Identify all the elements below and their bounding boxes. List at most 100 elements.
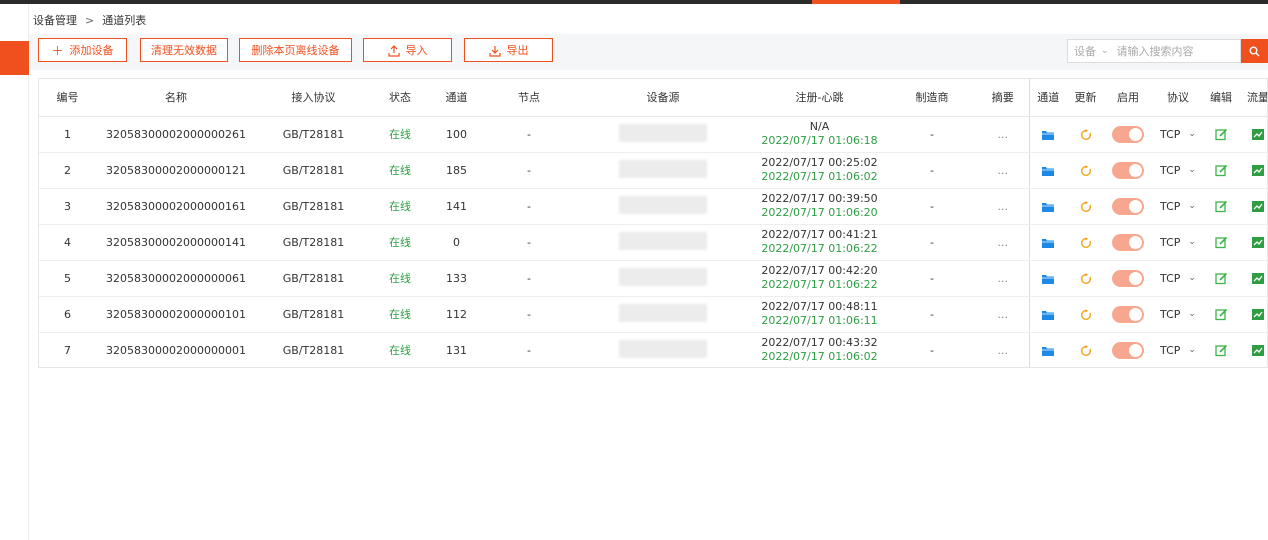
flow-button[interactable] [1238, 260, 1267, 297]
cell-summary[interactable]: ... [977, 116, 1029, 153]
transport-select[interactable]: TCP ⌄ [1152, 260, 1204, 297]
flow-button[interactable] [1238, 152, 1267, 189]
cell-source [574, 332, 752, 367]
refresh-button[interactable] [1067, 152, 1104, 189]
table-row: 2 32058300002000000121 GB/T28181 在线 185 … [39, 152, 1267, 189]
col-manufacturer: 制造商 [887, 79, 977, 117]
flow-button[interactable] [1238, 296, 1267, 333]
cell-index: 3 [39, 188, 96, 225]
search-icon [1249, 44, 1260, 58]
channel-button[interactable] [1028, 260, 1067, 297]
chart-icon [1252, 344, 1264, 357]
edit-button[interactable] [1204, 332, 1238, 367]
cell-channels: 133 [429, 260, 484, 297]
channel-button[interactable] [1028, 152, 1067, 189]
cell-summary[interactable]: ... [977, 224, 1029, 261]
chevron-down-icon: ⌄ [1188, 237, 1196, 247]
transport-select[interactable]: TCP ⌄ [1152, 188, 1204, 225]
add-device-label: 添加设备 [69, 44, 114, 57]
edit-button[interactable] [1204, 224, 1238, 261]
folder-icon [1041, 200, 1055, 213]
cell-summary[interactable]: ... [977, 260, 1029, 297]
toggle-switch[interactable] [1112, 305, 1144, 323]
toggle-switch[interactable] [1112, 197, 1144, 215]
heartbeat-time: 2022/07/17 01:06:02 [761, 170, 878, 183]
channel-button[interactable] [1028, 188, 1067, 225]
search-input[interactable] [1116, 44, 1227, 58]
heartbeat-time: 2022/07/17 01:06:20 [761, 206, 878, 219]
cell-summary[interactable]: ... [977, 296, 1029, 333]
enable-toggle[interactable] [1104, 224, 1152, 261]
export-button[interactable]: 导出 [464, 38, 553, 62]
cell-index: 6 [39, 296, 96, 333]
edit-button[interactable] [1204, 296, 1238, 333]
breadcrumb: 设备管理 > 通道列表 [33, 12, 146, 28]
enable-toggle[interactable] [1104, 296, 1152, 333]
refresh-button[interactable] [1067, 260, 1104, 297]
flow-button[interactable] [1238, 116, 1267, 153]
refresh-button[interactable] [1067, 224, 1104, 261]
transport-select[interactable]: TCP ⌄ [1152, 116, 1204, 153]
toggle-switch[interactable] [1112, 233, 1144, 251]
cell-status: 在线 [371, 152, 429, 189]
delete-offline-devices-button[interactable]: 删除本页离线设备 [239, 38, 352, 62]
channel-button[interactable] [1028, 116, 1067, 153]
transport-select[interactable]: TCP ⌄ [1152, 296, 1204, 333]
chevron-down-icon: ⌄ [1188, 201, 1196, 211]
import-label: 导入 [405, 44, 428, 57]
toggle-switch[interactable] [1112, 161, 1144, 179]
transport-value: TCP [1160, 199, 1181, 213]
breadcrumb-root[interactable]: 设备管理 [33, 14, 77, 27]
channel-button[interactable] [1028, 296, 1067, 333]
device-source-redacted [619, 123, 707, 142]
cell-manufacturer: - [930, 343, 934, 357]
search-field-select[interactable]: 设备 ⌄ [1068, 43, 1117, 59]
refresh-icon [1080, 128, 1092, 141]
register-time: 2022/07/17 00:48:11 [761, 300, 878, 313]
refresh-button[interactable] [1067, 332, 1104, 367]
transport-select[interactable]: TCP ⌄ [1152, 224, 1204, 261]
toggle-switch[interactable] [1112, 341, 1144, 359]
clean-invalid-data-button[interactable]: 清理无效数据 [140, 38, 228, 62]
search-button[interactable] [1241, 39, 1268, 63]
cell-protocol: GB/T28181 [256, 296, 371, 333]
enable-toggle[interactable] [1104, 116, 1152, 153]
flow-button[interactable] [1238, 188, 1267, 225]
clean-invalid-data-label: 清理无效数据 [151, 44, 217, 57]
edit-button[interactable] [1204, 116, 1238, 153]
channel-button[interactable] [1028, 224, 1067, 261]
toggle-switch[interactable] [1112, 269, 1144, 287]
edit-button[interactable] [1204, 152, 1238, 189]
edit-button[interactable] [1204, 260, 1238, 297]
import-button[interactable]: 导入 [363, 38, 452, 62]
refresh-button[interactable] [1067, 296, 1104, 333]
refresh-button[interactable] [1067, 116, 1104, 153]
cell-summary[interactable]: ... [977, 188, 1029, 225]
chevron-down-icon: ⌄ [1188, 129, 1196, 139]
cell-status: 在线 [389, 344, 411, 358]
enable-toggle[interactable] [1104, 188, 1152, 225]
transport-select[interactable]: TCP ⌄ [1152, 152, 1204, 189]
cell-status: 在线 [371, 224, 429, 261]
flow-button[interactable] [1238, 224, 1267, 261]
enable-toggle[interactable] [1104, 152, 1152, 189]
channel-button[interactable] [1028, 332, 1067, 367]
flow-button[interactable] [1238, 332, 1267, 367]
refresh-button[interactable] [1067, 188, 1104, 225]
enable-toggle[interactable] [1104, 260, 1152, 297]
chart-icon [1252, 128, 1264, 141]
sidebar-active-item[interactable] [0, 41, 29, 75]
cell-source [574, 260, 752, 297]
edit-button[interactable] [1204, 188, 1238, 225]
add-device-button[interactable]: ＋ 添加设备 [38, 38, 127, 62]
transport-value: TCP [1160, 343, 1181, 357]
cell-source [574, 296, 752, 333]
cell-index: 5 [39, 260, 96, 297]
cell-summary[interactable]: ... [977, 332, 1029, 367]
cell-index: 1 [39, 116, 96, 153]
toggle-knob [1129, 235, 1142, 249]
toggle-switch[interactable] [1112, 125, 1144, 143]
cell-summary[interactable]: ... [977, 152, 1029, 189]
enable-toggle[interactable] [1104, 332, 1152, 367]
transport-select[interactable]: TCP ⌄ [1152, 332, 1204, 367]
